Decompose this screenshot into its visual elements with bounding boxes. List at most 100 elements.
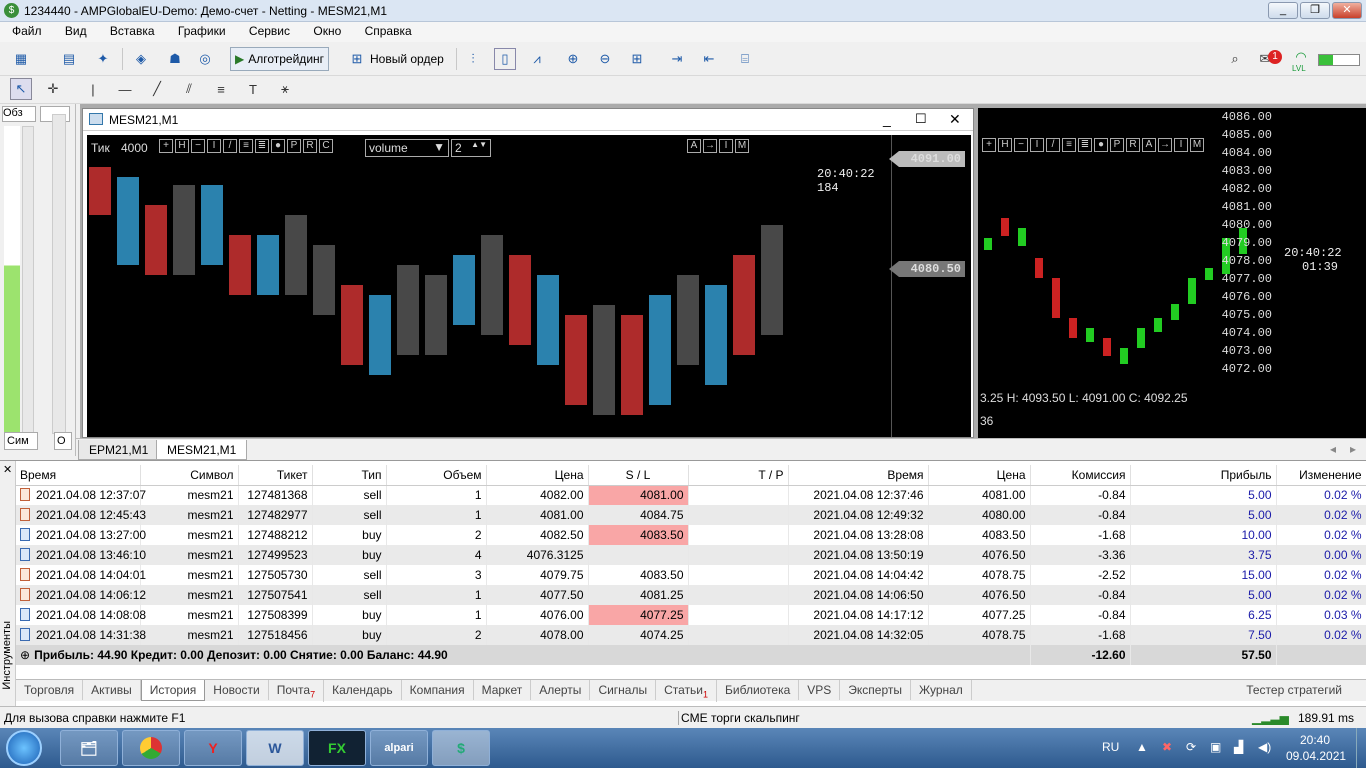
crosshair-icon[interactable]: ✛ bbox=[42, 78, 64, 100]
bar-chart-icon[interactable]: ⫶ bbox=[462, 48, 484, 70]
scrollbar-2[interactable] bbox=[52, 114, 66, 434]
tb-circle-icon[interactable]: ● bbox=[271, 139, 285, 153]
col-header-5[interactable]: Цена bbox=[486, 465, 589, 486]
fibonacci-icon[interactable]: ≡ bbox=[210, 78, 232, 100]
menu-charts[interactable]: Графики bbox=[166, 22, 234, 38]
tb-fib-icon[interactable]: ≣ bbox=[255, 139, 269, 153]
fx-taskbar-icon[interactable]: FX bbox=[308, 730, 366, 766]
col-header-12[interactable]: Изменение bbox=[1276, 465, 1366, 486]
terminal-tab-10[interactable]: Статьи1 bbox=[656, 680, 718, 703]
word-taskbar-icon[interactable]: W bbox=[246, 730, 304, 766]
chart-window-epm21[interactable]: + H − I / ≡ ≣ ● P R A → I M 20:40:22 01:39 3.25 H: 40… bbox=[978, 108, 1366, 438]
table-row[interactable]: 2021.04.08 14:08:08 mesm21 127508399 buy 1 40… bbox=[16, 605, 1366, 625]
col-header-4[interactable]: Объем bbox=[386, 465, 487, 486]
menu-file[interactable]: Файл bbox=[0, 22, 50, 38]
tab-epm21[interactable]: EPM21,M1 bbox=[78, 440, 160, 460]
tb-arrow-icon[interactable]: → bbox=[703, 139, 717, 153]
volume-select[interactable]: volume ▼ bbox=[365, 139, 449, 157]
terminal-tab-9[interactable]: Сигналы bbox=[590, 680, 657, 700]
terminal-tab-6[interactable]: Компания bbox=[402, 680, 474, 700]
tb-grid-icon[interactable]: ≡ bbox=[239, 139, 253, 153]
table-row[interactable]: 2021.04.08 13:46:10 mesm21 127499523 buy 4 40… bbox=[16, 545, 1366, 565]
symbol-list[interactable] bbox=[4, 126, 20, 436]
network-warning-icon[interactable]: ✖ bbox=[1162, 740, 1172, 754]
wifi-icon[interactable]: ▟ bbox=[1234, 740, 1243, 754]
col-header-11[interactable]: Прибыль bbox=[1130, 465, 1277, 486]
table-row[interactable]: 2021.04.08 13:27:00 mesm21 127488212 buy 2 40… bbox=[16, 525, 1366, 545]
explorer-taskbar-icon[interactable]: 🗂 bbox=[60, 730, 118, 766]
channels-icon[interactable]: ⫽ bbox=[178, 78, 200, 100]
new-chart-icon[interactable]: ▦ bbox=[10, 48, 32, 70]
tb-p-icon[interactable]: P bbox=[287, 139, 301, 153]
table-row[interactable]: 2021.04.08 14:06:12 mesm21 127507541 sell 1 4… bbox=[16, 585, 1366, 605]
terminal-tab-0[interactable]: Торговля bbox=[16, 680, 84, 700]
signals-icon[interactable]: ◎ bbox=[194, 48, 216, 70]
terminal-tab-7[interactable]: Маркет bbox=[474, 680, 532, 700]
terminal-tab-12[interactable]: VPS bbox=[799, 680, 841, 700]
market-watch-icon[interactable]: ◈ bbox=[130, 48, 152, 70]
tb-h-icon[interactable]: H bbox=[175, 139, 189, 153]
new-order-button[interactable]: Новый ордер bbox=[370, 52, 444, 66]
zoom-out-icon[interactable]: ⊖ bbox=[594, 48, 616, 70]
market-watch-tab[interactable]: Обз bbox=[2, 106, 36, 122]
show-desktop-button[interactable] bbox=[1356, 728, 1366, 768]
col-header-8[interactable]: Время bbox=[788, 465, 929, 486]
col-header-0[interactable]: Время bbox=[16, 465, 141, 486]
tb-slash-icon[interactable]: / bbox=[223, 139, 237, 153]
table-row[interactable]: 2021.04.08 12:37:07 mesm21 127481368 sell 1 4… bbox=[16, 485, 1366, 505]
col-header-7[interactable]: T / P bbox=[688, 465, 789, 486]
table-row[interactable]: 2021.04.08 14:04:01 mesm21 127505730 sell 3 4… bbox=[16, 565, 1366, 585]
minimize-button[interactable]: _ bbox=[1268, 2, 1298, 19]
chart-close-button[interactable]: ✕ bbox=[949, 111, 961, 128]
chrome-taskbar-icon[interactable] bbox=[122, 730, 180, 766]
col-header-10[interactable]: Комиссия bbox=[1030, 465, 1131, 486]
language-indicator[interactable]: RU bbox=[1102, 740, 1119, 754]
tabs-scroll-left-icon[interactable]: ◂ bbox=[1330, 442, 1336, 456]
trend-line-icon[interactable]: ╱ bbox=[146, 78, 168, 100]
scroll-chart-icon[interactable]: ⇥ bbox=[666, 48, 688, 70]
terminal-tab-13[interactable]: Эксперты bbox=[840, 680, 912, 700]
tabs-scroll-right-icon[interactable]: ▸ bbox=[1350, 442, 1356, 456]
zoom-in-icon[interactable]: ⊕ bbox=[562, 48, 584, 70]
line-chart-icon[interactable]: ⩘ bbox=[526, 48, 548, 70]
symbols-tab[interactable]: Сим bbox=[4, 432, 38, 450]
close-button[interactable]: ✕ bbox=[1332, 2, 1362, 19]
terminal-tab-5[interactable]: Календарь bbox=[324, 680, 402, 700]
algo-trading-button[interactable]: ▶ Алготрейдинг bbox=[230, 47, 330, 71]
tb-plus-icon[interactable]: + bbox=[159, 139, 173, 153]
chart-shift-icon[interactable]: ⇤ bbox=[698, 48, 720, 70]
terminal-close-icon[interactable]: ✕ bbox=[3, 463, 12, 476]
col-header-3[interactable]: Тип bbox=[312, 465, 387, 486]
col-header-1[interactable]: Символ bbox=[140, 465, 239, 486]
terminal-tab-3[interactable]: Новости bbox=[205, 680, 269, 700]
chart-maximize-button[interactable]: ☐ bbox=[915, 111, 927, 127]
tb-bar-icon[interactable]: I bbox=[207, 139, 221, 153]
vertical-line-icon[interactable]: | bbox=[82, 78, 104, 100]
cursor-icon[interactable]: ↖ bbox=[10, 78, 32, 100]
menu-insert[interactable]: Вставка bbox=[98, 22, 163, 38]
accounts-icon[interactable]: ☗ bbox=[164, 48, 186, 70]
mt5-taskbar-icon[interactable]: $ bbox=[432, 730, 490, 766]
terminal-tab-2[interactable]: История bbox=[140, 680, 206, 701]
table-row[interactable]: 2021.04.08 12:45:43 mesm21 127482977 sell 1 4… bbox=[16, 505, 1366, 525]
tb-a-icon[interactable]: A bbox=[687, 139, 701, 153]
col-header-9[interactable]: Цена bbox=[928, 465, 1031, 486]
chart-canvas[interactable]: Тик 4000 + H − I / ≡ ≣ ● P R C volume ▼ 2 ▲▼ A → I M 20… bbox=[87, 135, 971, 437]
volume-stepper[interactable]: 2 ▲▼ bbox=[451, 139, 491, 157]
tb-c-icon[interactable]: C bbox=[319, 139, 333, 153]
volume-icon[interactable]: ◀) bbox=[1258, 740, 1271, 754]
strategy-tester-tab[interactable]: Тестер стратегий bbox=[1238, 680, 1350, 700]
shapes-icon[interactable]: ⚹ bbox=[274, 78, 296, 100]
terminal-tab-8[interactable]: Алерты bbox=[531, 680, 591, 700]
tile-windows-icon[interactable]: ⊞ bbox=[626, 48, 648, 70]
overview-tab[interactable]: О bbox=[54, 432, 72, 450]
navigator-icon[interactable]: ✦ bbox=[92, 48, 114, 70]
col-header-6[interactable]: S / L bbox=[588, 465, 689, 486]
scrollbar[interactable] bbox=[22, 126, 34, 436]
tb-m-icon[interactable]: M bbox=[735, 139, 749, 153]
menu-help[interactable]: Справка bbox=[353, 22, 420, 38]
yandex-taskbar-icon[interactable]: Y bbox=[184, 730, 242, 766]
tb-r-icon[interactable]: R bbox=[303, 139, 317, 153]
update-icon[interactable]: ⟳ bbox=[1186, 740, 1196, 754]
profiles-icon[interactable]: ▤ bbox=[58, 48, 80, 70]
